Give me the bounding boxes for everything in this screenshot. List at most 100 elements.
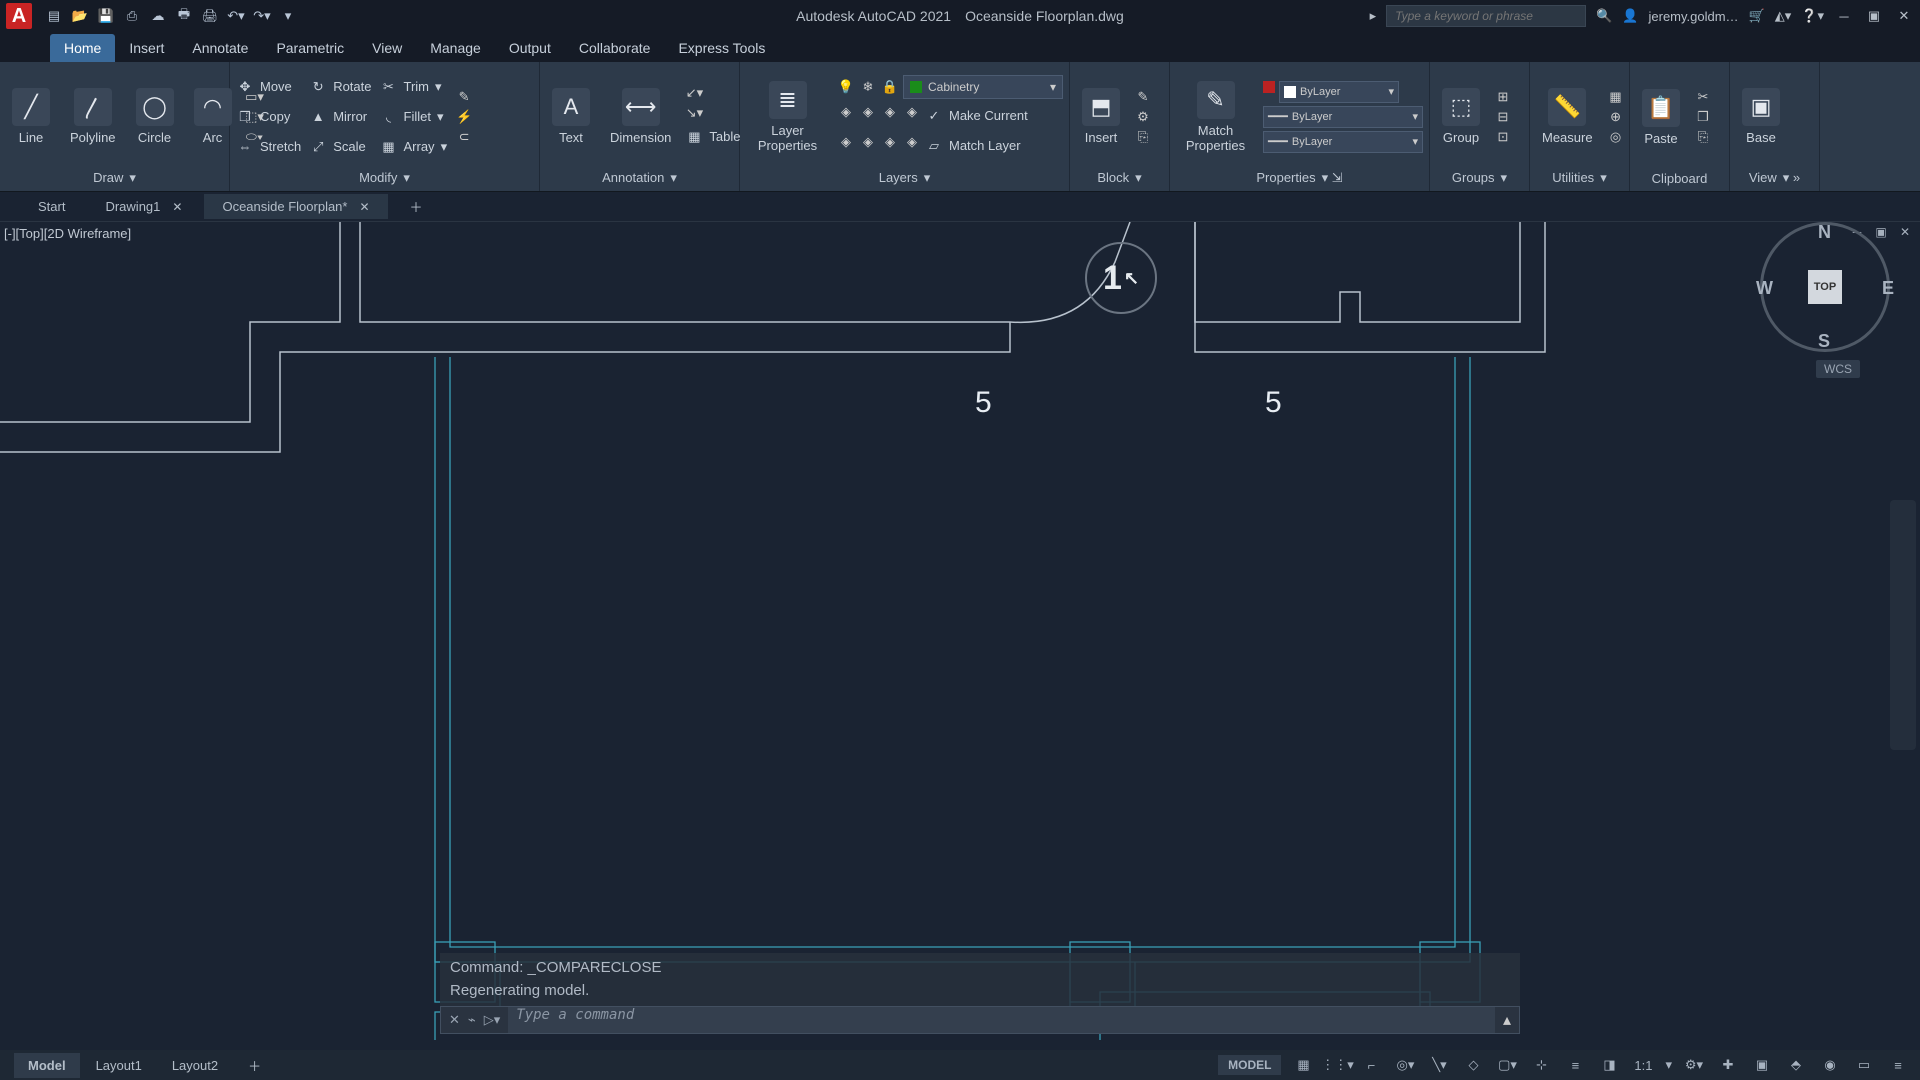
add-layout-button[interactable]: ＋ [234, 1051, 275, 1080]
rotate-button[interactable]: ↻Rotate [309, 74, 371, 100]
close-icon[interactable]: ✕ [1894, 6, 1914, 26]
qat-open-icon[interactable]: 📂 [70, 6, 90, 26]
status-snap-icon[interactable]: ⋮⋮▾ [1325, 1053, 1349, 1077]
scale-button[interactable]: ⤢Scale [309, 134, 371, 160]
tab-parametric[interactable]: Parametric [262, 34, 358, 62]
minimize-icon[interactable]: ─ [1834, 6, 1854, 26]
explode-icon[interactable]: ⚡ [455, 108, 473, 126]
panel-properties-title[interactable]: Properties [1256, 170, 1315, 186]
dimension-button[interactable]: ⟷Dimension [604, 86, 677, 147]
insert-button[interactable]: ⬒Insert [1076, 86, 1126, 147]
group-button[interactable]: ⬚Group [1436, 86, 1486, 147]
table-button[interactable]: ▦Table [685, 124, 740, 150]
stretch-button[interactable]: ⇔Stretch [236, 134, 301, 160]
status-plus-icon[interactable]: ✚ [1716, 1053, 1740, 1077]
close-tab-icon[interactable]: ✕ [359, 200, 369, 214]
canvas-close-icon[interactable]: ✕ [1896, 224, 1914, 240]
panel-utilities-title[interactable]: Utilities [1552, 170, 1594, 186]
tab-view[interactable]: View [358, 34, 416, 62]
leader-icon[interactable]: ↙▾ [685, 84, 703, 102]
qat-print-icon[interactable]: 🖨 [200, 6, 220, 26]
layer-sm7-icon[interactable]: ◈ [881, 133, 899, 151]
app-logo[interactable]: A [6, 3, 32, 29]
cmd-custom-icon[interactable]: ⌁ [468, 1012, 476, 1028]
close-tab-icon[interactable]: ✕ [172, 200, 182, 214]
layer-sm8-icon[interactable]: ◈ [903, 133, 921, 151]
text-button[interactable]: AText [546, 86, 596, 147]
panel-modify-title[interactable]: Modify [359, 170, 397, 186]
offset-icon[interactable]: ⊂ [455, 128, 473, 146]
user-icon[interactable]: 👤 [1622, 8, 1638, 24]
drawing-canvas[interactable]: [-][Top][2D Wireframe] 5 5 [0, 222, 1920, 1040]
status-gear-icon[interactable]: ⚙▾ [1682, 1053, 1706, 1077]
panel-draw-title[interactable]: Draw [93, 170, 123, 186]
group-sm3-icon[interactable]: ⊡ [1494, 128, 1512, 146]
panel-groups-title[interactable]: Groups [1452, 170, 1495, 186]
model-tab[interactable]: Model [14, 1053, 80, 1078]
util-sm1-icon[interactable]: ▦ [1607, 88, 1625, 106]
status-polar-icon[interactable]: ◎▾ [1393, 1053, 1417, 1077]
layer-toggle2-icon[interactable]: ❄ [859, 78, 877, 96]
fillet-button[interactable]: ◟Fillet▾ [380, 104, 448, 130]
panel-annotation-title[interactable]: Annotation [602, 170, 664, 186]
layer-sm4-icon[interactable]: ◈ [903, 103, 921, 121]
group-sm1-icon[interactable]: ⊞ [1494, 88, 1512, 106]
title-nav-icon[interactable]: ▸ [1370, 8, 1377, 24]
measure-button[interactable]: 📏Measure [1536, 86, 1599, 147]
layer-dropdown[interactable]: Cabinetry▾ [903, 75, 1063, 99]
color-dropdown[interactable]: ByLayer▾ [1279, 81, 1399, 103]
status-grid-icon[interactable]: ▦ [1291, 1053, 1315, 1077]
qat-new-icon[interactable]: ▤ [44, 6, 64, 26]
util-sm2-icon[interactable]: ⊕ [1607, 108, 1625, 126]
viewcube[interactable]: N S W E TOP [1760, 222, 1890, 352]
status-isodraft-icon[interactable]: ╲▾ [1427, 1053, 1451, 1077]
status-custom-icon[interactable]: ≡ [1886, 1053, 1910, 1077]
status-iso-icon[interactable]: ▣ [1750, 1053, 1774, 1077]
layer-sm3-icon[interactable]: ◈ [881, 103, 899, 121]
copy-clip-icon[interactable]: ❐ [1694, 108, 1712, 126]
wcs-badge[interactable]: WCS [1816, 360, 1860, 378]
paste-button[interactable]: 📋Paste [1636, 87, 1686, 148]
mleader-icon[interactable]: ↘▾ [685, 104, 703, 122]
qat-saveas-icon[interactable]: ⎙ [122, 6, 142, 26]
search-icon[interactable]: 🔍 [1596, 8, 1612, 24]
cmd-prompt-icon[interactable]: ▷▾ [484, 1012, 501, 1028]
block-sm2-icon[interactable]: ⚙ [1134, 108, 1152, 126]
cart-icon[interactable]: 🛒 [1749, 8, 1765, 24]
status-qprop-icon[interactable]: ◉ [1818, 1053, 1842, 1077]
status-ortho-icon[interactable]: ⌐ [1359, 1053, 1383, 1077]
erase-icon[interactable]: ✎ [455, 88, 473, 106]
block-sm1-icon[interactable]: ✎ [1134, 88, 1152, 106]
filetab-drawing1[interactable]: Drawing1✕ [87, 194, 200, 219]
tab-insert[interactable]: Insert [115, 34, 178, 62]
status-units-icon[interactable]: ⬘ [1784, 1053, 1808, 1077]
new-filetab-button[interactable]: ＋ [392, 192, 441, 221]
viewcube-top-face[interactable]: TOP [1808, 270, 1842, 304]
cmd-expand-icon[interactable]: ▴ [1495, 1010, 1519, 1030]
tab-manage[interactable]: Manage [416, 34, 495, 62]
tab-annotate[interactable]: Annotate [178, 34, 262, 62]
panel-clipboard-title[interactable]: Clipboard [1652, 171, 1708, 186]
panel-view-title[interactable]: View [1749, 170, 1777, 186]
qat-web-icon[interactable]: ☁ [148, 6, 168, 26]
line-button[interactable]: ╱Line [6, 86, 56, 147]
tab-expresstools[interactable]: Express Tools [664, 34, 779, 62]
layer-toggle1-icon[interactable]: 💡 [837, 78, 855, 96]
help-search-input[interactable] [1386, 5, 1586, 27]
panel-layers-title[interactable]: Layers [879, 170, 918, 186]
move-button[interactable]: ✥Move [236, 74, 301, 100]
array-button[interactable]: ▦Array▾ [380, 134, 448, 160]
group-sm2-icon[interactable]: ⊟ [1494, 108, 1512, 126]
trim-button[interactable]: ✂Trim▾ [380, 74, 448, 100]
make-current-button[interactable]: ✓Make Current [925, 103, 1028, 129]
status-3dosnap-icon[interactable]: ▢▾ [1495, 1053, 1519, 1077]
filetab-start[interactable]: Start [20, 194, 83, 219]
layer-sm2-icon[interactable]: ◈ [859, 103, 877, 121]
status-lwt-icon[interactable]: ≡ [1563, 1053, 1587, 1077]
qat-redo-icon[interactable]: ↷▾ [252, 6, 272, 26]
layout1-tab[interactable]: Layout1 [82, 1053, 156, 1078]
restore-icon[interactable]: ▣ [1864, 6, 1884, 26]
linetype-dropdown[interactable]: ━━━ ByLayer▾ [1263, 131, 1423, 153]
status-transparency-icon[interactable]: ◨ [1597, 1053, 1621, 1077]
navigation-bar[interactable] [1890, 500, 1916, 750]
